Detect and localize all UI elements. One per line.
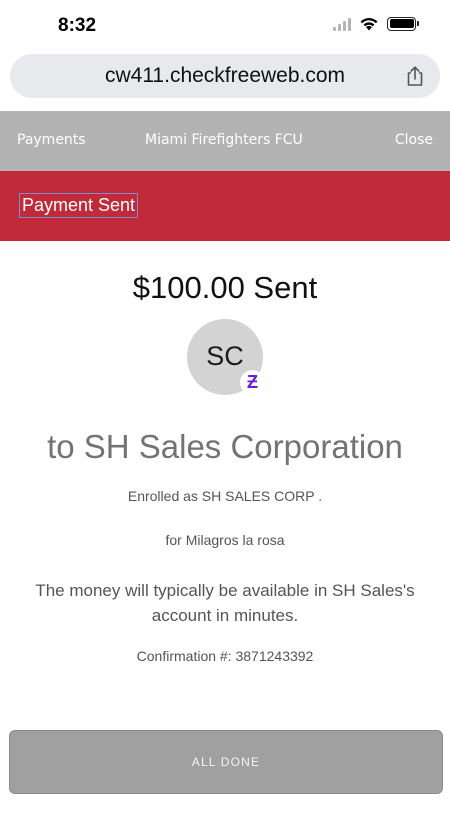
wifi-icon [360,18,378,31]
zelle-icon: Ƶ [240,370,265,395]
site-nav: Payments Miami Firefighters FCU Close [0,111,450,171]
page-banner: Payment Sent [0,171,450,241]
all-done-button[interactable]: ALL DONE [9,730,443,794]
enrolled-as: Enrolled as SH SALES CORP . [127,488,323,504]
url-text[interactable]: cw411.checkfreeweb.com [10,64,440,88]
battery-icon [387,16,419,31]
status-bar: 8:32 [0,0,450,52]
close-link[interactable]: Close [395,132,433,148]
payment-for: for Milagros la rosa [165,532,285,548]
site-title: Miami Firefighters FCU [145,132,303,148]
payments-link[interactable]: Payments [17,132,86,148]
url-bar[interactable]: cw411.checkfreeweb.com [10,54,440,98]
availability-note: The money will typically be available in… [35,581,415,625]
share-icon[interactable] [404,65,426,87]
amount-sent: $100.00 Sent [132,270,318,305]
avatar-initials: SC [206,341,244,371]
page-title: Payment Sent [19,193,139,218]
status-icons [333,16,419,31]
recipient-name: to SH Sales Corporation [47,428,403,465]
cellular-signal-icon [333,17,351,31]
all-done-label: ALL DONE [191,755,261,769]
status-time: 8:32 [58,15,97,36]
confirmation-number: Confirmation #: 3871243392 [136,648,314,664]
